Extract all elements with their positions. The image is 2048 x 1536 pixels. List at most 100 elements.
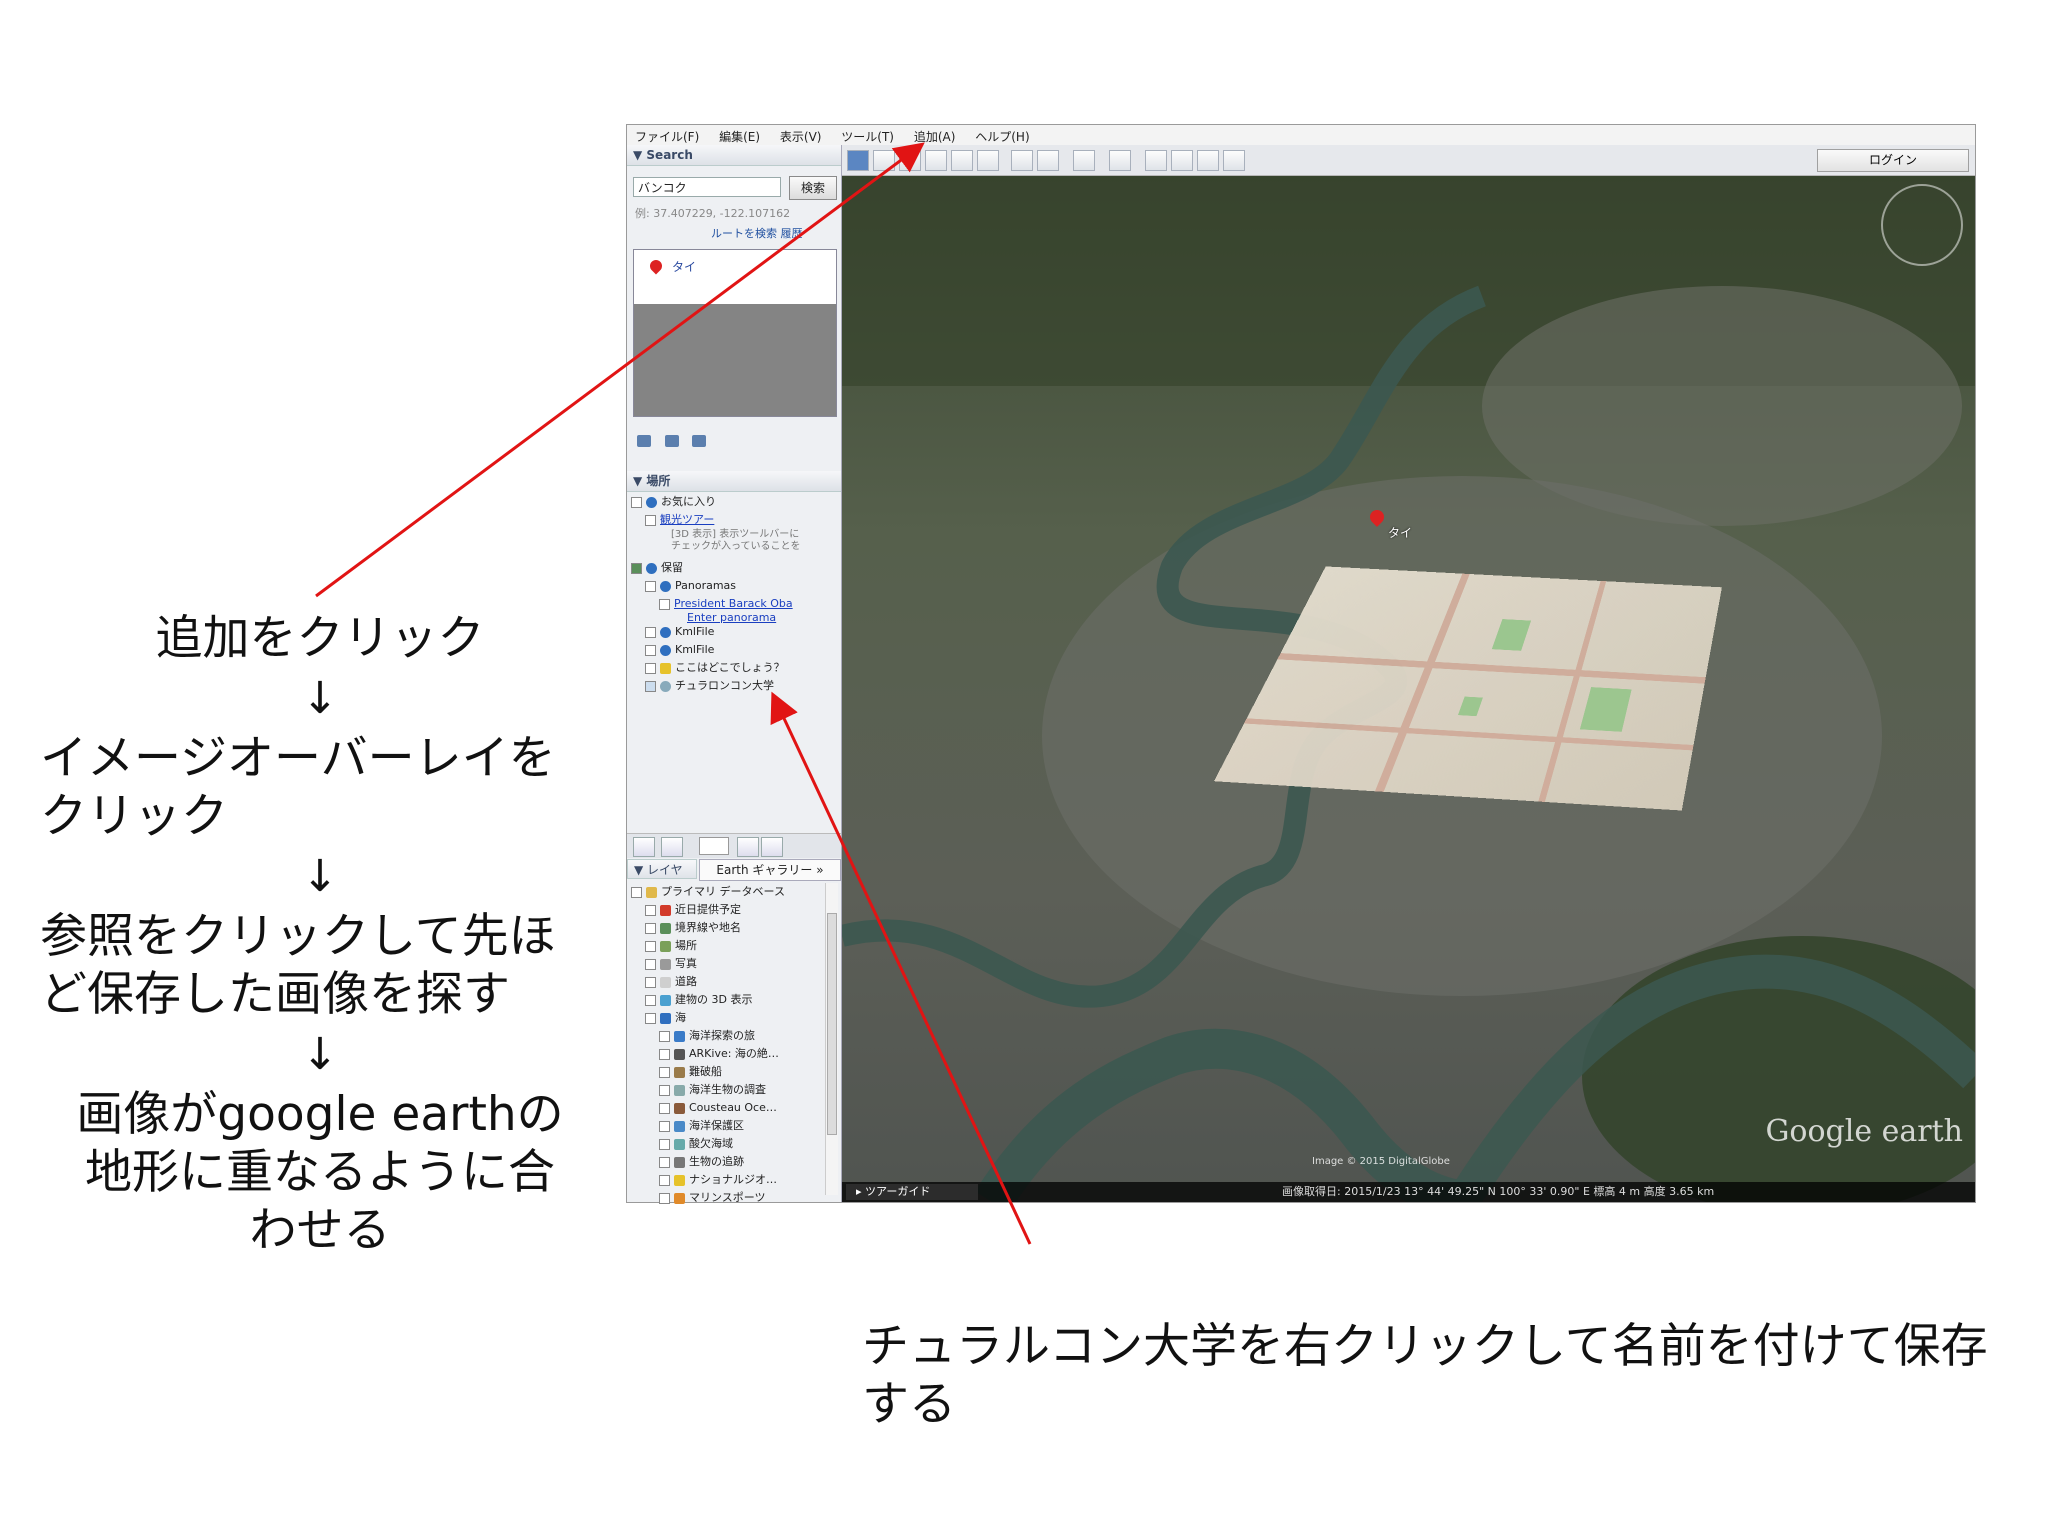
tour-guide-button[interactable]: ▸ ツアーガイド (846, 1184, 978, 1200)
email-icon[interactable] (1145, 150, 1167, 171)
login-button[interactable]: ログイン (1817, 149, 1969, 172)
layer-label: 道路 (675, 975, 697, 988)
ruler-icon[interactable] (1109, 150, 1131, 171)
search-button[interactable]: 検索 (789, 176, 837, 200)
layer-icon (660, 905, 671, 916)
historical-imagery-icon[interactable] (1011, 150, 1033, 171)
layer-icon (660, 977, 671, 988)
layer-item[interactable]: 境界線や地名 (631, 919, 785, 937)
search-header[interactable]: ▼ Search (627, 145, 841, 166)
down-arrow: ↓ (40, 668, 600, 730)
tree-item-obama[interactable]: President Barack Oba (631, 595, 801, 609)
layer-label: 酸欠海域 (689, 1137, 733, 1150)
places-header[interactable]: ▼ 場所 (627, 471, 841, 492)
instruction-step-3-line2: ど保存した画像を探す (40, 966, 600, 1024)
tree-item-where[interactable]: ここはどこでしょう？ (631, 659, 801, 677)
layer-item[interactable]: プライマリ データベース (631, 883, 785, 901)
layer-item[interactable]: 酸欠海域 (631, 1135, 785, 1153)
layer-item[interactable]: 近日提供予定 (631, 901, 785, 919)
layer-item[interactable]: 写真 (631, 955, 785, 973)
instruction-block: 追加をクリック ↓ イメージオーバーレイを クリック ↓ 参照をクリックして先ほ… (40, 610, 600, 1260)
tree-item-favorites[interactable]: お気に入り (631, 493, 801, 511)
navigation-compass-icon[interactable] (1881, 184, 1963, 266)
layers-tabs: ▼ レイヤ Earth ギャラリー » (627, 859, 841, 879)
menu-view[interactable]: 表示(V) (772, 125, 830, 145)
layer-icon (674, 1175, 685, 1186)
layer-item[interactable]: 難破船 (631, 1063, 785, 1081)
tab-layers[interactable]: ▼ レイヤ (627, 859, 697, 879)
route-links[interactable]: ルートを検索 履歴 (711, 225, 803, 241)
layer-item[interactable]: 海 (631, 1009, 785, 1027)
instruction-step-4-line1: 画像がgoogle earthの (40, 1086, 600, 1144)
search-result-item[interactable]: タイ (672, 258, 696, 275)
layer-filter-input[interactable] (699, 837, 729, 855)
layer-item[interactable]: 海洋探索の旅 (631, 1027, 785, 1045)
layer-item[interactable]: 海洋生物の調査 (631, 1081, 785, 1099)
down-arrow-icon[interactable] (761, 837, 783, 857)
tree-item-kml2[interactable]: KmlFile (631, 641, 801, 659)
menu-help[interactable]: ヘルプ(H) (967, 125, 1037, 145)
tree-item-saved[interactable]: 保留 (631, 559, 801, 577)
menu-file[interactable]: ファイル(F) (627, 125, 707, 145)
layer-item[interactable]: 場所 (631, 937, 785, 955)
layer-item[interactable]: Cousteau Oce… (631, 1099, 785, 1117)
menu-edit[interactable]: 編集(E) (711, 125, 768, 145)
tab-earth-gallery[interactable]: Earth ギャラリー » (699, 859, 841, 881)
sun-icon[interactable] (1037, 150, 1059, 171)
layer-item[interactable]: 海洋保護区 (631, 1117, 785, 1135)
folder-icon[interactable] (637, 435, 651, 447)
up-arrow-icon[interactable] (737, 837, 759, 857)
save-image-icon[interactable] (1197, 150, 1219, 171)
layer-item[interactable]: マリンスポーツ (631, 1189, 785, 1207)
placemark-pin-icon (648, 258, 665, 275)
tree-item-enter-panorama[interactable]: Enter panorama (631, 609, 801, 623)
tree-item-panoramas[interactable]: Panoramas (631, 577, 801, 595)
places-tree: お気に入り 観光ツアー [3D 表示] 表示ツールバーに チェックが入っているこ… (631, 493, 801, 695)
instruction-step-1: 追加をクリック (40, 610, 600, 668)
layer-item[interactable]: ARKive: 海の絶… (631, 1045, 785, 1063)
copy-icon[interactable] (665, 435, 679, 447)
layer-icon (660, 1013, 671, 1024)
sidebar-toggle-icon[interactable] (847, 150, 869, 171)
print-icon[interactable] (692, 435, 706, 447)
toolbar: ログイン (841, 145, 1975, 176)
layer-icon (674, 1049, 685, 1060)
path-icon[interactable] (925, 150, 947, 171)
maps-icon[interactable] (1223, 150, 1245, 171)
menu-tools[interactable]: ツール(T) (833, 125, 902, 145)
status-coordinates: 画像取得日: 2015/1/23 13° 44' 49.25" N 100° 3… (1282, 1182, 1714, 1202)
search-icon[interactable] (633, 837, 655, 857)
down-arrow: ↓ (40, 1024, 600, 1086)
image-overlay-icon (660, 681, 671, 692)
map-view[interactable]: タイ Image © 2015 DigitalGlobe Google eart… (842, 176, 1975, 1202)
layer-label: 海洋探索の旅 (689, 1029, 755, 1042)
layer-icon (660, 941, 671, 952)
layer-label: 建物の 3D 表示 (675, 993, 752, 1006)
placemark-icon[interactable] (873, 150, 895, 171)
layer-item[interactable]: 生物の追跡 (631, 1153, 785, 1171)
image-overlay-icon[interactable] (951, 150, 973, 171)
layers-scrollbar[interactable] (825, 883, 838, 1195)
tree-item-kml1[interactable]: KmlFile (631, 623, 801, 641)
menu-add[interactable]: 追加(A) (906, 125, 964, 145)
layer-icon (674, 1103, 685, 1114)
layer-label: マリンスポーツ (689, 1191, 766, 1204)
panel-icon[interactable] (661, 837, 683, 857)
record-tour-icon[interactable] (977, 150, 999, 171)
tour-note-line2: チェックが入っていることを (631, 541, 801, 553)
pin-icon (660, 663, 671, 674)
layer-item[interactable]: 建物の 3D 表示 (631, 991, 785, 1009)
tree-item-chulalongkorn[interactable]: チュラロンコン大学 (631, 677, 801, 695)
layer-icon (660, 995, 671, 1006)
planets-icon[interactable] (1073, 150, 1095, 171)
print-icon[interactable] (1171, 150, 1193, 171)
imagery-copyright: Image © 2015 DigitalGlobe (1312, 1156, 1450, 1167)
tree-item-tour[interactable]: 観光ツアー (631, 511, 801, 529)
layer-item[interactable]: 道路 (631, 973, 785, 991)
bottom-instruction-line1: チュラルコン大学を右クリックして名前を付けて保存 (862, 1318, 2012, 1376)
polygon-icon[interactable] (899, 150, 921, 171)
search-input[interactable]: バンコク (633, 177, 781, 197)
search-results: タイ (633, 249, 837, 417)
layer-icon (674, 1121, 685, 1132)
layer-item[interactable]: ナショナルジオ… (631, 1171, 785, 1189)
